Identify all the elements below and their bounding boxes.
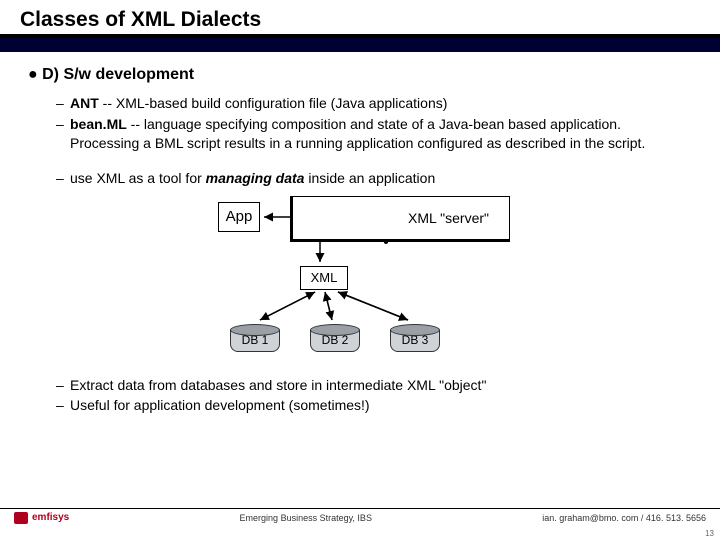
item-text: inside an application	[304, 170, 435, 186]
item-label: bean.ML	[70, 116, 127, 132]
db-lid-icon	[390, 324, 440, 336]
list-item: use XML as a tool for managing data insi…	[56, 169, 692, 188]
db-cylinder: DB 2	[310, 324, 360, 352]
item-label: ANT	[70, 95, 99, 111]
db-lid-icon	[230, 324, 280, 336]
footer: emfisys Emerging Business Strategy, IBS …	[0, 508, 720, 526]
logo: emfisys	[14, 512, 69, 524]
db-lid-icon	[310, 324, 360, 336]
slide-title: Classes of XML Dialects	[20, 8, 700, 32]
architecture-diagram: XML "server" App XML DB 1 DB 2 DB 3	[120, 196, 600, 366]
list-item: Extract data from databases and store in…	[56, 376, 692, 395]
section-heading: D) S/w development	[28, 66, 692, 84]
footer-center: Emerging Business Strategy, IBS	[240, 513, 372, 523]
db-cylinder: DB 1	[230, 324, 280, 352]
footer-contact: ian. graham@bmo. com / 416. 513. 5656	[542, 513, 706, 523]
xml-box: XML	[300, 266, 348, 290]
db-cylinder: DB 3	[390, 324, 440, 352]
content-area: D) S/w development ANT -- XML-based buil…	[0, 52, 720, 415]
app-box: App	[218, 202, 260, 232]
item-text: use XML as a tool for	[70, 170, 206, 186]
logo-mark-icon	[14, 512, 28, 524]
logo-text: emfisys	[32, 512, 69, 523]
item-text: -- XML-based build configuration file (J…	[99, 95, 448, 111]
page-number: 13	[705, 529, 714, 538]
title-bar: Classes of XML Dialects	[0, 0, 720, 36]
list-item: ANT -- XML-based build configuration fil…	[56, 94, 692, 113]
bullet-list-bottom: Extract data from databases and store in…	[28, 376, 692, 416]
bullet-list-top: ANT -- XML-based build configuration fil…	[28, 94, 692, 153]
item-emphasis: managing data	[206, 170, 305, 186]
title-underline	[0, 36, 720, 52]
list-item: bean.ML -- language specifying compositi…	[56, 115, 692, 153]
list-item: Useful for application development (some…	[56, 396, 692, 415]
bullet-list-mid: use XML as a tool for managing data insi…	[28, 169, 692, 188]
item-text: -- language specifying composition and s…	[70, 116, 645, 151]
server-box: XML "server"	[290, 196, 510, 242]
